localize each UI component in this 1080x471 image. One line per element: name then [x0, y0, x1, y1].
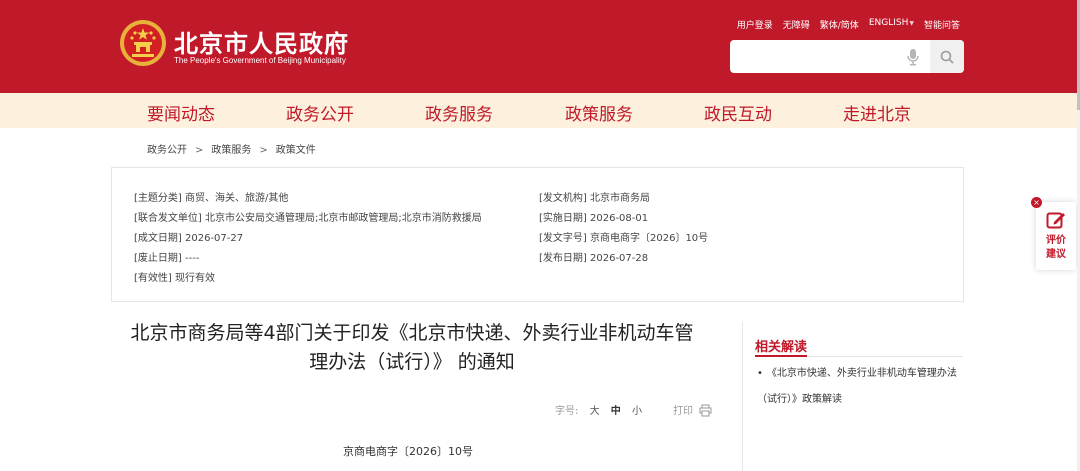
- breadcrumb: 政务公开 > 政策服务 > 政策文件: [147, 141, 316, 156]
- top-links: 用户登录 无障碍 繁体/简体 ENGLISH▼ 智能问答: [737, 18, 960, 31]
- info-value: 北京市公安局交通管理局;北京市邮政管理局;北京市消防救援局: [205, 213, 482, 224]
- search-box: [730, 40, 964, 73]
- info-label: [有效性]: [134, 273, 172, 284]
- breadcrumb-separator: >: [195, 145, 204, 156]
- print-icon: [699, 404, 712, 417]
- font-size-label: 字号:: [555, 406, 579, 417]
- feedback-label-line: 建议: [1046, 249, 1066, 260]
- info-value: 京商电商字〔2026〕10号: [590, 233, 709, 244]
- info-value: 2026-07-27: [185, 233, 244, 244]
- nav-item-interaction[interactable]: 政民互动: [704, 100, 772, 125]
- info-label: [联合发文单位]: [134, 213, 202, 224]
- site-header: 北京市人民政府 The People's Government of Beiji…: [0, 0, 1077, 93]
- info-label: [主题分类]: [134, 193, 182, 204]
- search-button[interactable]: [930, 40, 964, 73]
- related-reading-link[interactable]: • 《北京市快递、外卖行业非机动车管理办法（试行）》政策解读: [757, 361, 963, 413]
- info-written-date: [成文日期] 2026-07-27: [134, 229, 243, 244]
- nav-item-policy-services[interactable]: 政策服务: [565, 100, 633, 125]
- edit-icon: [1046, 212, 1065, 229]
- info-value: 北京市商务局: [590, 193, 650, 204]
- english-link[interactable]: ENGLISH▼: [869, 18, 914, 31]
- related-reading-text: 《北京市快递、外卖行业非机动车管理办法（试行）》政策解读: [757, 368, 957, 405]
- info-issuing-agency: [发文机构] 北京市商务局: [539, 189, 650, 204]
- caret-down-icon: ▼: [909, 20, 914, 27]
- english-link-label: ENGLISH: [868, 18, 909, 28]
- info-label: [发文字号]: [539, 233, 587, 244]
- font-size-selector: 字号: 大 中 小: [555, 402, 642, 417]
- nav-item-government-affairs[interactable]: 政务公开: [286, 100, 354, 125]
- national-emblem-icon[interactable]: [119, 19, 167, 67]
- article-title: 北京市商务局等4部门关于印发《北京市快递、外卖行业非机动车管 理办法（试行）》 …: [112, 319, 712, 377]
- info-abolished-date: [废止日期] ----: [134, 249, 199, 264]
- print-button[interactable]: 打印: [673, 402, 712, 417]
- traditional-simplified-link[interactable]: 繁体/简体: [820, 18, 859, 31]
- smart-qa-link[interactable]: 智能问答: [924, 18, 960, 31]
- breadcrumb-item[interactable]: 政务公开: [147, 145, 187, 156]
- feedback-label-line: 评价: [1046, 235, 1066, 246]
- info-topic: [主题分类] 商贸、海关、旅游/其他: [134, 189, 288, 204]
- site-subtitle: The People's Government of Beijing Munic…: [174, 56, 346, 65]
- info-validity: [有效性] 现行有效: [134, 269, 215, 284]
- nav-item-about-beijing[interactable]: 走进北京: [843, 100, 911, 125]
- info-value: 现行有效: [175, 273, 215, 284]
- close-icon[interactable]: ×: [1031, 197, 1042, 208]
- print-label: 打印: [673, 406, 693, 417]
- font-size-large[interactable]: 大: [590, 406, 600, 417]
- microphone-icon[interactable]: [906, 48, 920, 66]
- article-title-line: 理办法（试行）》 的通知: [309, 351, 515, 373]
- info-value: 2026-07-28: [590, 253, 649, 264]
- document-number: 京商电商字〔2026〕10号: [343, 445, 473, 458]
- search-input[interactable]: [738, 46, 902, 68]
- breadcrumb-item[interactable]: 政策文件: [276, 145, 316, 156]
- feedback-label: 评价 建议: [1036, 234, 1076, 262]
- font-size-medium[interactable]: 中: [611, 406, 621, 417]
- info-label: [发文机构]: [539, 193, 587, 204]
- info-label: [废止日期]: [134, 253, 182, 264]
- login-link[interactable]: 用户登录: [737, 18, 773, 31]
- article-title-line: 北京市商务局等4部门关于印发《北京市快递、外卖行业非机动车管: [130, 322, 694, 344]
- info-joint-issuers: [联合发文单位] 北京市公安局交通管理局;北京市邮政管理局;北京市消防救援局: [134, 209, 482, 224]
- info-effective-date: [实施日期] 2026-08-01: [539, 209, 648, 224]
- breadcrumb-item[interactable]: 政策服务: [211, 145, 251, 156]
- feedback-widget[interactable]: 评价 建议: [1036, 202, 1076, 270]
- info-value: ----: [185, 253, 200, 264]
- info-document-number: [发文字号] 京商电商字〔2026〕10号: [539, 229, 708, 244]
- related-title-accent: [755, 355, 807, 357]
- related-readings-title: 相关解读: [755, 340, 808, 355]
- info-value: 2026-08-01: [590, 213, 649, 224]
- info-publish-date: [发布日期] 2026-07-28: [539, 249, 648, 264]
- nav-item-government-services[interactable]: 政务服务: [425, 100, 493, 125]
- breadcrumb-separator: >: [259, 145, 268, 156]
- content-divider: [742, 322, 743, 471]
- bullet: •: [757, 368, 763, 379]
- info-value: 商贸、海关、旅游/其他: [185, 193, 289, 204]
- accessibility-link[interactable]: 无障碍: [783, 18, 810, 31]
- info-label: [实施日期]: [539, 213, 587, 224]
- main-nav: 要闻动态 政务公开 政务服务 政策服务 政民互动 走进北京: [0, 93, 1077, 128]
- document-info-box: [主题分类] 商贸、海关、旅游/其他 [联合发文单位] 北京市公安局交通管理局;…: [111, 167, 964, 302]
- site-title[interactable]: 北京市人民政府: [174, 24, 349, 59]
- info-label: [成文日期]: [134, 233, 182, 244]
- nav-item-news[interactable]: 要闻动态: [147, 100, 215, 125]
- info-label: [发布日期]: [539, 253, 587, 264]
- search-icon: [940, 50, 954, 64]
- font-size-small[interactable]: 小: [632, 406, 642, 417]
